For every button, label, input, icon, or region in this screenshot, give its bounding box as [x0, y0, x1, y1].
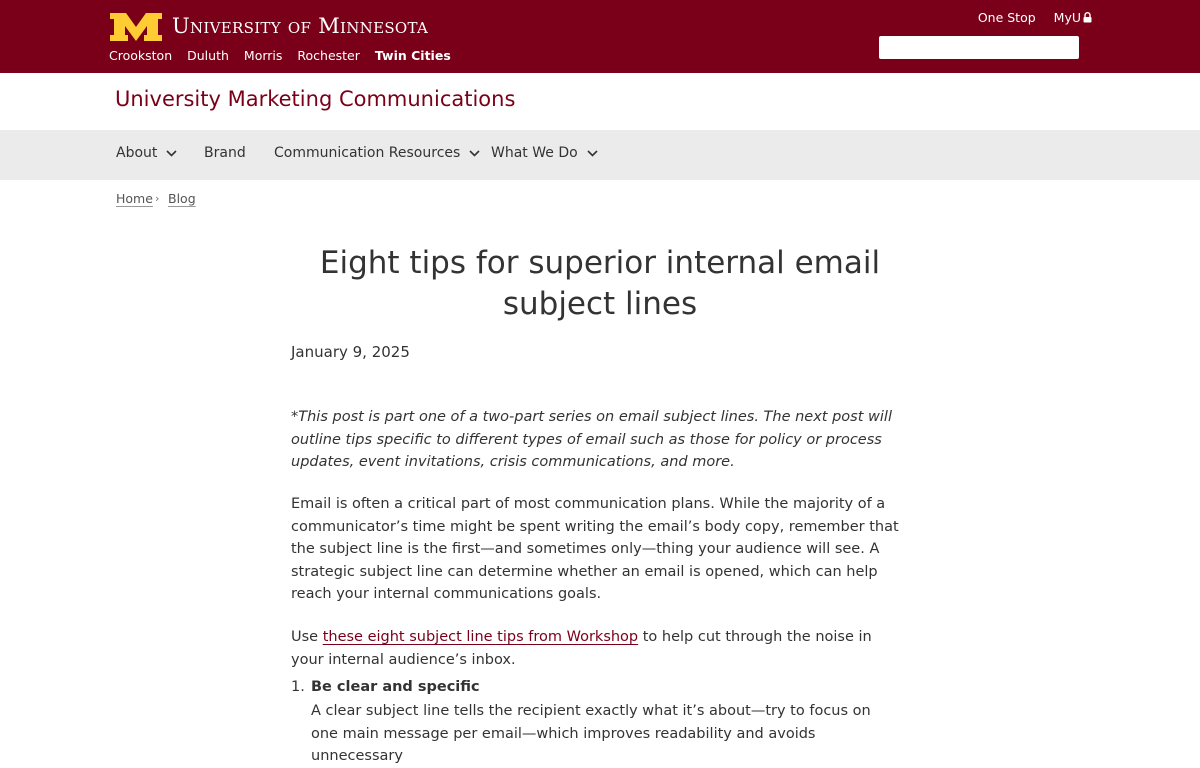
myu-label: MyU [1053, 10, 1081, 25]
intro-paragraph: Email is often a critical part of most c… [291, 496, 899, 602]
article-title: Eight tips for superior internal email s… [319, 245, 881, 322]
tip-body: A clear subject line tells the recipient… [311, 703, 871, 764]
paragraph-text: Use [291, 629, 323, 645]
nav-item-label: About [116, 145, 158, 161]
tip-heading: Be clear and specific [311, 679, 480, 695]
list-number: 1. [291, 679, 305, 695]
post-date: January 9, 2025 [291, 343, 410, 361]
campus-link-duluth[interactable]: Duluth [187, 48, 229, 63]
nav-item-what-we-do[interactable]: What We Do [491, 145, 598, 161]
utility-links: One Stop MyU [978, 10, 1092, 25]
breadcrumb-blog[interactable]: Blog [168, 191, 196, 206]
nav-item-label: Brand [204, 145, 246, 161]
block-m-logo-icon [110, 13, 162, 41]
campus-link-crookston[interactable]: Crookston [109, 48, 172, 63]
one-stop-link[interactable]: One Stop [978, 10, 1036, 25]
campus-link-twin-cities[interactable]: Twin Cities [375, 48, 451, 63]
site-title[interactable]: University Marketing Communications [115, 87, 515, 111]
chevron-down-icon [587, 149, 598, 157]
nav-item-label: What We Do [491, 145, 578, 161]
main-nav [0, 130, 1200, 180]
campus-link-rochester[interactable]: Rochester [297, 48, 360, 63]
search-input[interactable] [879, 36, 1079, 59]
breadcrumb-home[interactable]: Home [116, 191, 153, 206]
chevron-down-icon [469, 149, 480, 157]
chevron-down-icon [166, 149, 177, 157]
lock-icon [1083, 12, 1092, 23]
university-wordmark[interactable]: University of Minnesota [172, 14, 428, 38]
nav-item-label: Communication Resources [274, 145, 461, 161]
workshop-tips-link[interactable]: these eight subject line tips from Works… [323, 629, 638, 645]
breadcrumb-separator-icon: › [155, 192, 160, 205]
university-logo[interactable] [108, 10, 164, 44]
tips-link-paragraph: Use these eight subject line tips from W… [291, 626, 901, 671]
nav-item-about[interactable]: About [116, 145, 177, 161]
nav-item-brand[interactable]: Brand [204, 145, 246, 161]
myu-link[interactable]: MyU [1054, 10, 1092, 25]
campus-links: Crookston Duluth Morris Rochester Twin C… [109, 48, 451, 63]
series-intro-note: *This post is part one of a two-part ser… [291, 409, 892, 470]
nav-item-communication-resources[interactable]: Communication Resources [274, 145, 480, 161]
campus-link-morris[interactable]: Morris [244, 48, 282, 63]
